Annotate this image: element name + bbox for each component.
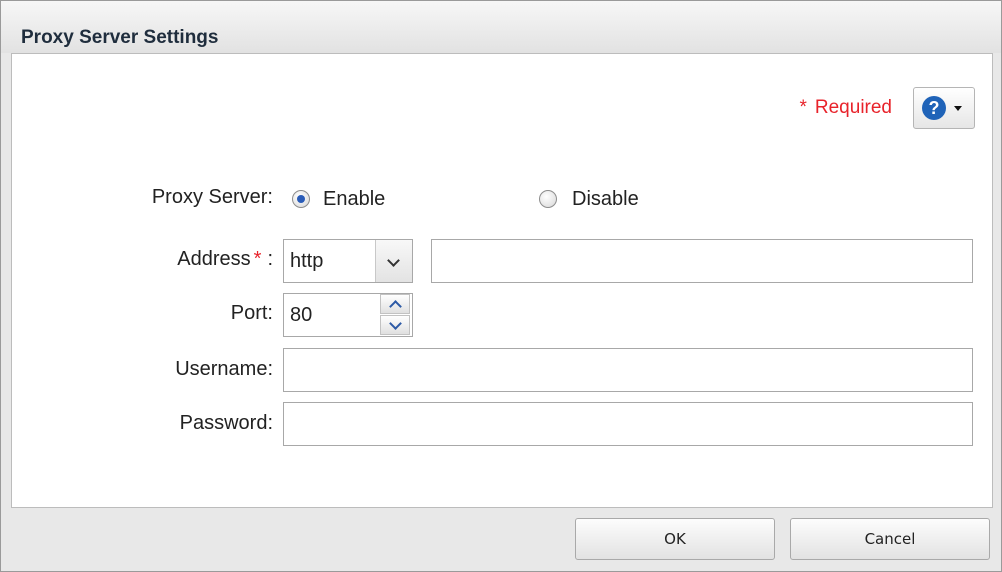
address-input[interactable] [431,239,973,283]
radio-enable[interactable] [292,190,310,208]
dialog-titlebar: Proxy Server Settings [1,1,1001,53]
port-increment-button[interactable] [380,294,410,314]
radio-disable[interactable] [539,190,557,208]
address-colon: : [267,248,273,270]
port-decrement-button[interactable] [380,315,410,335]
port-stepper-buttons [378,294,412,336]
proxy-server-label: Proxy Server: [151,186,273,208]
required-label: Required [814,97,892,118]
dialog-title: Proxy Server Settings [21,27,219,48]
radio-enable-label[interactable]: Enable [323,188,385,211]
radio-disable-label[interactable]: Disable [572,188,639,211]
proxy-settings-dialog: Proxy Server Settings * Required ? Proxy … [0,0,1002,572]
address-required-star: * [253,248,262,270]
chevron-up-icon [389,300,402,313]
port-stepper[interactable]: 80 [283,293,413,337]
port-value: 80 [290,304,313,326]
required-note: * Required [799,97,892,119]
chevron-down-icon [389,317,402,330]
username-input[interactable] [283,348,973,392]
ok-button[interactable]: OK [575,518,775,560]
address-label-text: Address [177,248,251,270]
question-icon: ? [922,96,946,120]
username-label: Username: [175,358,273,380]
cancel-button[interactable]: Cancel [790,518,990,560]
chevron-down-icon [387,254,400,267]
required-star: * [799,97,807,118]
chevron-down-icon [954,106,962,111]
radio-selected-dot [297,195,305,203]
protocol-value: http [290,250,324,272]
protocol-select[interactable]: http [283,239,413,283]
password-label: Password: [179,412,273,434]
password-input[interactable] [283,402,973,446]
protocol-dropdown-button[interactable] [375,240,412,282]
port-label: Port: [230,302,273,324]
help-button[interactable]: ? [913,87,975,129]
address-label: Address *: [121,248,273,271]
